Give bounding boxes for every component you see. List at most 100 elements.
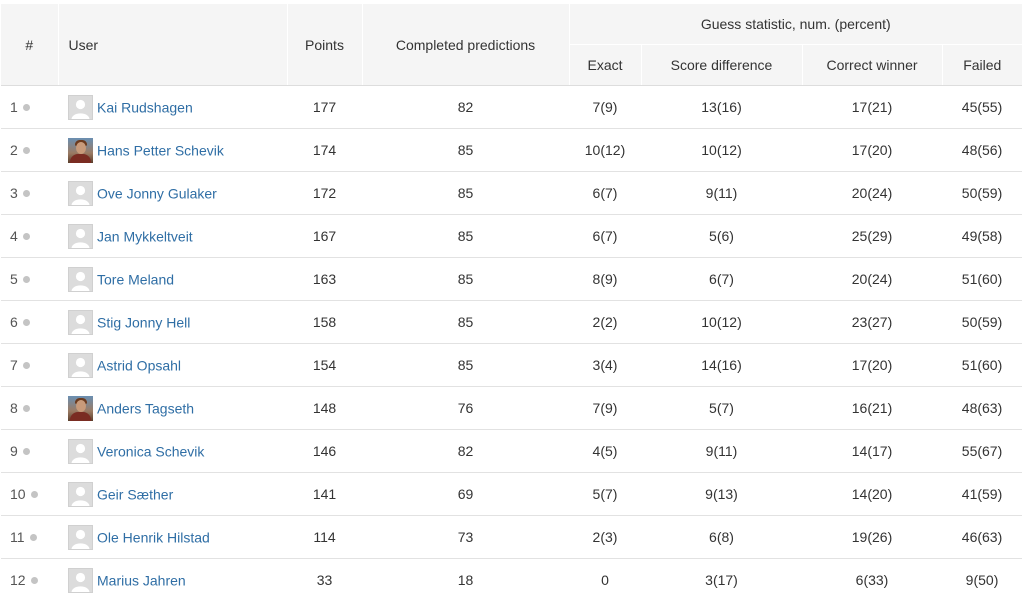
column-header-points[interactable]: Points: [287, 4, 363, 86]
user-link[interactable]: Jan Mykkeltveit: [97, 228, 193, 244]
rank-number: 10: [10, 486, 26, 502]
completed-cell: 85: [362, 171, 569, 215]
rank-cell: 5: [1, 257, 58, 301]
failed-cell: 50(59): [942, 300, 1023, 344]
default-avatar-icon[interactable]: [68, 481, 93, 507]
user-link[interactable]: Geir Sæther: [97, 486, 173, 502]
correct-winner-cell: 17(20): [802, 128, 942, 172]
rank-number: 3: [10, 185, 18, 201]
default-avatar-icon[interactable]: [68, 524, 93, 550]
rank-number: 12: [10, 572, 26, 588]
user-link[interactable]: Anders Tagseth: [97, 400, 194, 416]
points-cell: 174: [287, 128, 362, 172]
column-header-completed[interactable]: Completed predictions: [362, 4, 570, 86]
default-avatar-icon[interactable]: [68, 180, 93, 206]
user-link[interactable]: Stig Jonny Hell: [97, 314, 190, 330]
table-row: 11 Ole Henrik Hilstad 114 73 2(3) 6(8) 1…: [1, 515, 1023, 559]
points-cell: 154: [287, 343, 362, 387]
points-cell: 172: [287, 171, 362, 215]
score-difference-cell: 9(13): [641, 472, 802, 516]
correct-winner-cell: 20(24): [802, 171, 942, 215]
correct-winner-cell: 6(33): [802, 558, 942, 601]
rank-cell: 7: [1, 343, 58, 387]
rank-number: 11: [10, 529, 25, 545]
default-avatar-icon[interactable]: [68, 94, 93, 120]
score-difference-cell: 13(16): [641, 85, 802, 129]
rank-cell: 1: [1, 85, 58, 129]
rank-cell: 10: [1, 472, 58, 516]
default-avatar-icon[interactable]: [68, 438, 93, 464]
status-dot-icon: [22, 276, 30, 283]
rank-cell: 12: [1, 558, 58, 601]
points-cell: 167: [287, 214, 362, 258]
column-header-user[interactable]: User: [58, 4, 288, 86]
failed-cell: 50(59): [942, 171, 1023, 215]
user-link[interactable]: Ove Jonny Gulaker: [97, 185, 217, 201]
default-avatar-icon[interactable]: [68, 266, 93, 292]
column-header-rank[interactable]: #: [1, 4, 59, 86]
user-link[interactable]: Kai Rudshagen: [97, 99, 193, 115]
user-cell: Ove Jonny Gulaker: [58, 171, 287, 215]
completed-cell: 82: [362, 429, 569, 473]
completed-cell: 85: [362, 128, 569, 172]
user-photo-avatar[interactable]: [68, 395, 93, 421]
score-difference-cell: 10(12): [641, 128, 802, 172]
failed-cell: 55(67): [942, 429, 1023, 473]
correct-winner-cell: 19(26): [802, 515, 942, 559]
column-header-score-difference[interactable]: Score difference: [641, 44, 803, 86]
failed-cell: 49(58): [942, 214, 1023, 258]
table-row: 8 Anders Tagseth 148 76 7(9) 5(7) 16(21)…: [1, 386, 1023, 430]
table-row: 7 Astrid Opsahl 154 85 3(4) 14(16) 17(20…: [1, 343, 1023, 387]
status-dot-icon: [29, 534, 37, 541]
default-avatar-icon[interactable]: [68, 309, 93, 335]
rank-number: 8: [10, 400, 18, 416]
default-avatar-icon[interactable]: [68, 352, 93, 378]
failed-cell: 45(55): [942, 85, 1023, 129]
exact-cell: 3(4): [569, 343, 641, 387]
table-row: 5 Tore Meland 163 85 8(9) 6(7) 20(24) 51…: [1, 257, 1023, 301]
completed-cell: 82: [362, 85, 569, 129]
failed-cell: 48(63): [942, 386, 1023, 430]
rank-number: 9: [10, 443, 18, 459]
rank-cell: 8: [1, 386, 58, 430]
exact-cell: 8(9): [569, 257, 641, 301]
default-avatar-icon[interactable]: [68, 567, 93, 593]
user-link[interactable]: Veronica Schevik: [97, 443, 204, 459]
user-link[interactable]: Marius Jahren: [97, 572, 186, 588]
points-cell: 33: [287, 558, 362, 601]
exact-cell: 0: [569, 558, 641, 601]
rank-number: 7: [10, 357, 18, 373]
default-avatar-icon[interactable]: [68, 223, 93, 249]
failed-cell: 46(63): [942, 515, 1023, 559]
exact-cell: 6(7): [569, 214, 641, 258]
completed-cell: 85: [362, 343, 569, 387]
user-cell: Geir Sæther: [58, 472, 287, 516]
status-dot-icon: [22, 233, 30, 240]
user-link[interactable]: Tore Meland: [97, 271, 174, 287]
points-cell: 177: [287, 85, 362, 129]
table-row: 3 Ove Jonny Gulaker 172 85 6(7) 9(11) 20…: [1, 171, 1023, 215]
table-row: 1 Kai Rudshagen 177 82 7(9) 13(16) 17(21…: [1, 85, 1023, 129]
user-link[interactable]: Ole Henrik Hilstad: [97, 529, 210, 545]
user-cell: Marius Jahren: [58, 558, 287, 601]
completed-cell: 85: [362, 257, 569, 301]
exact-cell: 4(5): [569, 429, 641, 473]
correct-winner-cell: 14(20): [802, 472, 942, 516]
rank-cell: 4: [1, 214, 58, 258]
table-row: 2 Hans Petter Schevik 174 85 10(12) 10(1…: [1, 128, 1023, 172]
column-header-exact[interactable]: Exact: [569, 44, 642, 86]
user-link[interactable]: Hans Petter Schevik: [97, 142, 224, 158]
user-link[interactable]: Astrid Opsahl: [97, 357, 181, 373]
points-cell: 146: [287, 429, 362, 473]
exact-cell: 5(7): [569, 472, 641, 516]
column-header-failed[interactable]: Failed: [942, 44, 1023, 86]
correct-winner-cell: 17(20): [802, 343, 942, 387]
status-dot-icon: [22, 319, 30, 326]
rank-number: 2: [10, 142, 18, 158]
user-photo-avatar[interactable]: [68, 137, 93, 163]
points-cell: 158: [287, 300, 362, 344]
rank-cell: 6: [1, 300, 58, 344]
user-cell: Jan Mykkeltveit: [58, 214, 287, 258]
column-header-correct-winner[interactable]: Correct winner: [802, 44, 943, 86]
table-header: # User Points Completed predictions Gues…: [1, 4, 1023, 86]
